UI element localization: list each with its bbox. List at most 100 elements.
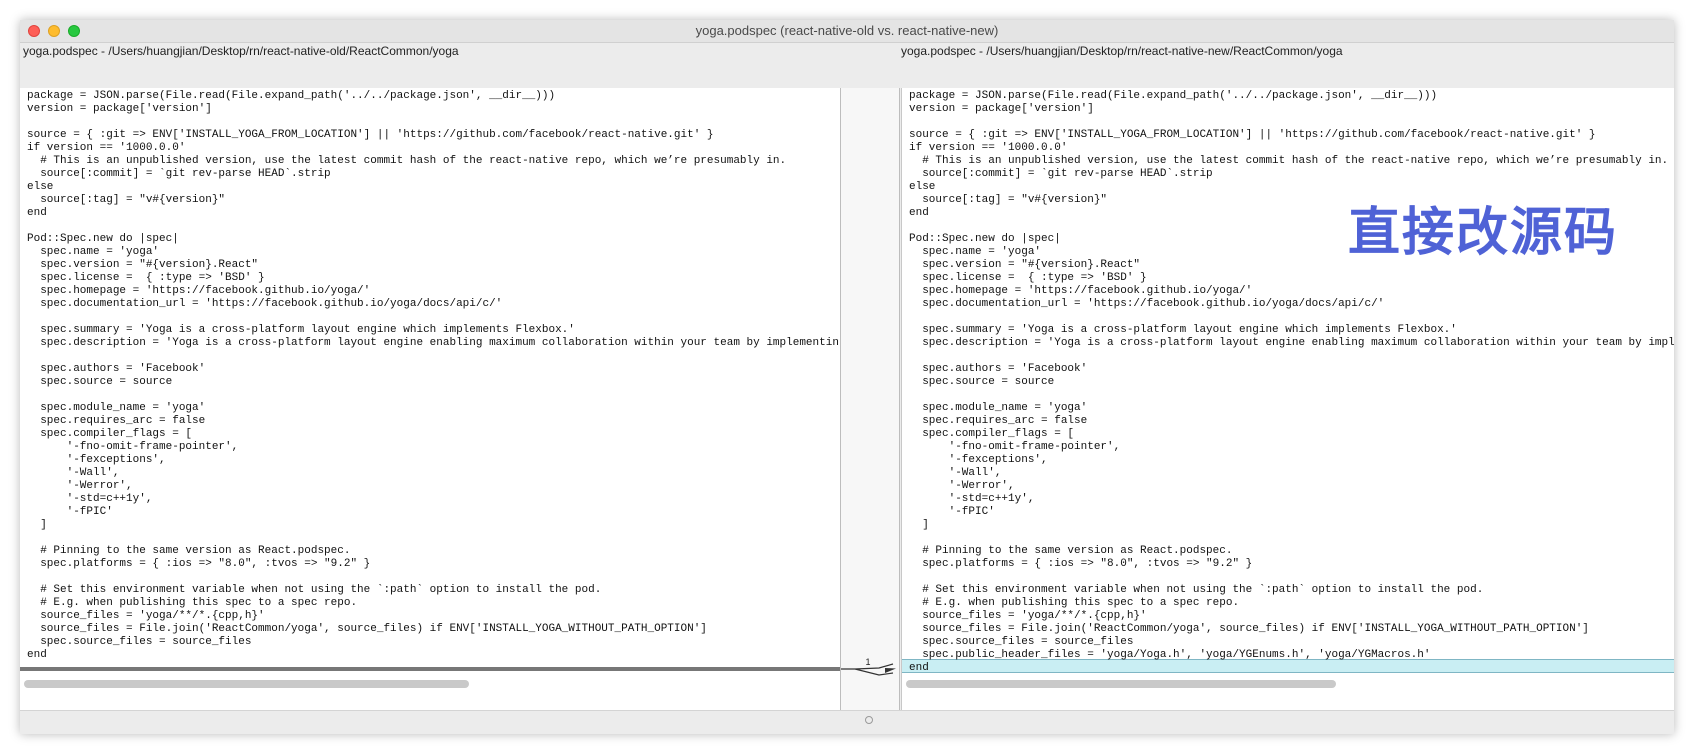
code-line: spec.description = 'Yoga is a cross-plat… <box>27 337 839 349</box>
code-line: # This is an unpublished version, use th… <box>27 155 787 167</box>
code-line: spec.compiler_flags = [ <box>27 428 193 440</box>
code-line: # Set this environment variable when not… <box>27 584 602 596</box>
right-code-pane[interactable]: package = JSON.parse(File.read(File.expa… <box>901 88 1674 710</box>
code-line: '-fexceptions', <box>909 454 1048 466</box>
code-line: '-std=c++1y', <box>27 493 153 505</box>
code-line: spec.license = { :type => 'BSD' } <box>27 272 265 284</box>
code-line: ] <box>27 519 47 531</box>
code-line: spec.name = 'yoga' <box>27 246 160 258</box>
code-line: # E.g. when publishing this spec to a sp… <box>27 597 358 609</box>
change-marker-line <box>20 667 840 671</box>
code-line: spec.version = "#{version}.React" <box>27 259 259 271</box>
code-line: '-Werror', <box>27 480 133 492</box>
code-line: source[:commit] = `git rev-parse HEAD`.s… <box>27 168 331 180</box>
code-line: source = { :git => ENV['INSTALL_YOGA_FRO… <box>909 129 1596 141</box>
code-line: spec.public_header_files = 'yoga/Yoga.h'… <box>909 649 1431 661</box>
left-horizontal-scrollbar[interactable] <box>24 680 469 688</box>
code-line: source[:tag] = "v#{version}" <box>27 194 226 206</box>
code-line: spec.documentation_url = 'https://facebo… <box>27 298 503 310</box>
code-line: spec.source_files = source_files <box>909 636 1134 648</box>
code-line: source_files = 'yoga/**/*.{cpp,h}' <box>27 610 265 622</box>
code-line: '-fno-omit-frame-pointer', <box>27 441 239 453</box>
code-line: spec.source = source <box>27 376 173 388</box>
left-code-lines: package = JSON.parse(File.read(File.expa… <box>27 90 839 662</box>
code-line: package = JSON.parse(File.read(File.expa… <box>27 90 556 102</box>
code-line: if version == '1000.0.0' <box>909 142 1068 154</box>
arrow-right-icon <box>885 668 896 673</box>
code-line: source[:commit] = `git rev-parse HEAD`.s… <box>909 168 1213 180</box>
code-line: Pod::Spec.new do |spec| <box>27 233 179 245</box>
code-line: '-Werror', <box>909 480 1015 492</box>
code-line: spec.license = { :type => 'BSD' } <box>909 272 1147 284</box>
code-line: end <box>27 207 47 219</box>
code-line: spec.summary = 'Yoga is a cross-platform… <box>27 324 575 336</box>
diff-gutter[interactable]: 1 <box>840 88 900 710</box>
window-title: yoga.podspec (react-native-old vs. react… <box>695 23 999 38</box>
code-line: end <box>909 662 929 674</box>
code-line: '-fPIC' <box>27 506 113 518</box>
code-line: # This is an unpublished version, use th… <box>909 155 1669 167</box>
right-file-path: yoga.podspec - /Users/huangjian/Desktop/… <box>901 44 1343 58</box>
filemerge-window: yoga.podspec (react-native-old vs. react… <box>20 20 1674 734</box>
code-line: # Pinning to the same version as React.p… <box>27 545 351 557</box>
code-line: spec.source = source <box>909 376 1055 388</box>
right-horizontal-scrollbar[interactable] <box>906 680 1336 688</box>
annotation-overlay: 直接改源码 <box>1348 203 1619 263</box>
code-line: '-fPIC' <box>909 506 995 518</box>
code-line: spec.requires_arc = false <box>27 415 206 427</box>
code-line: # Set this environment variable when not… <box>909 584 1484 596</box>
code-line: source_files = 'yoga/**/*.{cpp,h}' <box>909 610 1147 622</box>
code-line: spec.requires_arc = false <box>909 415 1088 427</box>
left-code-pane[interactable]: package = JSON.parse(File.read(File.expa… <box>20 88 841 710</box>
code-line: spec.description = 'Yoga is a cross-plat… <box>909 337 1674 349</box>
bottom-bar <box>20 710 1674 734</box>
code-line: '-Wall', <box>27 467 120 479</box>
code-line: spec.module_name = 'yoga' <box>909 402 1088 414</box>
code-line: spec.module_name = 'yoga' <box>27 402 206 414</box>
code-line: source_files = File.join('ReactCommon/yo… <box>27 623 707 635</box>
code-line: spec.source_files = source_files <box>27 636 252 648</box>
code-line: package = JSON.parse(File.read(File.expa… <box>909 90 1438 102</box>
code-line: spec.homepage = 'https://facebook.github… <box>27 285 371 297</box>
code-line: source_files = File.join('ReactCommon/yo… <box>909 623 1589 635</box>
code-line: '-fexceptions', <box>27 454 166 466</box>
code-line: spec.platforms = { :ios => "8.0", :tvos … <box>909 558 1253 570</box>
code-line: spec.documentation_url = 'https://facebo… <box>909 298 1385 310</box>
code-line: version = package['version'] <box>27 103 212 115</box>
code-line: '-std=c++1y', <box>909 493 1035 505</box>
code-line: '-fno-omit-frame-pointer', <box>909 441 1121 453</box>
code-line: source = { :git => ENV['INSTALL_YOGA_FRO… <box>27 129 714 141</box>
code-line: end <box>27 649 47 661</box>
code-line: else <box>27 181 54 193</box>
code-line: spec.summary = 'Yoga is a cross-platform… <box>909 324 1457 336</box>
change-number: 1 <box>865 657 870 667</box>
right-code-lines: package = JSON.parse(File.read(File.expa… <box>909 90 1674 675</box>
code-line: spec.authors = 'Facebook' <box>27 363 206 375</box>
code-line: spec.authors = 'Facebook' <box>909 363 1088 375</box>
code-line: # E.g. when publishing this spec to a sp… <box>909 597 1240 609</box>
code-line: '-Wall', <box>909 467 1002 479</box>
title-bar: yoga.podspec (react-native-old vs. react… <box>20 20 1674 43</box>
code-line: if version == '1000.0.0' <box>27 142 186 154</box>
resize-handle-icon[interactable] <box>865 716 873 724</box>
code-line: ] <box>909 519 929 531</box>
code-line: spec.compiler_flags = [ <box>909 428 1075 440</box>
diff-connector: 1 <box>841 657 896 676</box>
left-file-path: yoga.podspec - /Users/huangjian/Desktop/… <box>23 44 459 58</box>
code-line: version = package['version'] <box>909 103 1094 115</box>
code-line: spec.homepage = 'https://facebook.github… <box>909 285 1253 297</box>
code-line: spec.platforms = { :ios => "8.0", :tvos … <box>27 558 371 570</box>
